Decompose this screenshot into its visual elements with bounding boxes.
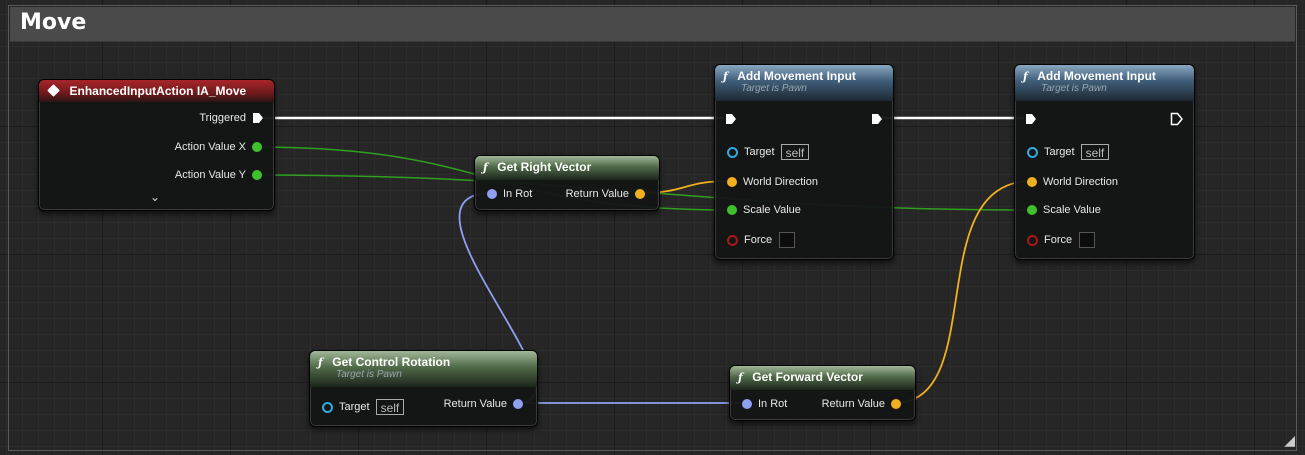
object-pin-icon[interactable] [1027, 146, 1038, 158]
pin-triggered[interactable]: Triggered [199, 112, 264, 124]
pin-action-value-y[interactable]: Action Value Y [175, 169, 262, 181]
pin-force[interactable]: Force [1027, 232, 1096, 248]
function-icon: ƒ [318, 356, 323, 369]
vector-pin-icon[interactable] [727, 177, 737, 187]
function-icon: ƒ [483, 161, 488, 174]
add-movement-input-node-1[interactable]: ƒ Add Movement Input Target is Pawn Targ… [714, 64, 894, 260]
pin-label: Action Value X [174, 141, 246, 153]
pin-return-value[interactable]: Return Value [566, 188, 645, 200]
pin-target[interactable]: Target self [1027, 144, 1110, 160]
pin-in-rot[interactable]: In Rot [742, 398, 787, 410]
float-pin-icon[interactable] [1027, 205, 1037, 215]
pin-in-rot[interactable]: In Rot [487, 188, 532, 200]
bool-pin-icon[interactable] [727, 234, 738, 246]
pin-world-direction[interactable]: World Direction [727, 176, 818, 188]
pin-label: Scale Value [1043, 204, 1101, 216]
resize-grip-icon[interactable]: ◢ [1284, 433, 1295, 449]
node-header[interactable]: ƒ Get Right Vector [475, 156, 659, 180]
object-pin-icon[interactable] [727, 146, 738, 158]
target-self-field[interactable]: self [780, 144, 810, 160]
pin-label: Return Value [821, 398, 885, 410]
pin-force[interactable]: Force [727, 232, 796, 248]
node-subtitle: Target is Pawn [336, 369, 402, 380]
pin-label: In Rot [503, 188, 533, 200]
node-title: Get Control Rotation [332, 355, 451, 369]
vector-pin-icon[interactable] [1027, 177, 1037, 187]
get-forward-vector-node[interactable]: ƒ Get Forward Vector In Rot Return Value [729, 365, 916, 421]
target-self-field[interactable]: self [1080, 144, 1110, 160]
float-pin-icon[interactable] [727, 205, 737, 215]
pin-label: Force [1044, 234, 1073, 246]
function-icon: ƒ [723, 70, 728, 83]
get-right-vector-node[interactable]: ƒ Get Right Vector In Rot Return Value [474, 155, 660, 211]
rotator-pin-icon[interactable] [742, 399, 752, 409]
get-control-rotation-node[interactable]: ƒ Get Control Rotation Target is Pawn Ta… [309, 350, 538, 427]
pin-return-value[interactable]: Return Value [822, 398, 901, 410]
pin-label: World Direction [743, 176, 818, 188]
node-header[interactable]: ƒ Add Movement Input Target is Pawn [715, 65, 893, 101]
pin-label: Return Value [565, 188, 629, 200]
pin-scale-value[interactable]: Scale Value [1027, 204, 1101, 216]
node-title: Get Right Vector [497, 160, 592, 174]
pin-return-value[interactable]: Return Value [444, 398, 523, 410]
pin-scale-value[interactable]: Scale Value [727, 204, 801, 216]
pin-action-value-x[interactable]: Action Value X [175, 141, 262, 153]
node-header[interactable]: ƒ Get Forward Vector [730, 366, 915, 390]
pin-label: In Rot [758, 398, 788, 410]
pin-label: Scale Value [743, 204, 801, 216]
rotator-pin-icon[interactable] [513, 399, 523, 409]
node-header[interactable]: EnhancedInputAction IA_Move [39, 80, 274, 102]
node-header[interactable]: ƒ Add Movement Input Target is Pawn [1015, 65, 1194, 101]
node-title: Add Movement Input [1037, 69, 1156, 83]
pin-label: World Direction [1043, 176, 1118, 188]
float-pin-icon[interactable] [252, 170, 262, 180]
pin-label: Force [744, 234, 773, 246]
function-icon: ƒ [1023, 70, 1028, 83]
pin-label: Return Value [443, 398, 507, 410]
target-self-field[interactable]: self [375, 399, 405, 415]
vector-pin-icon[interactable] [635, 189, 645, 199]
function-icon: ƒ [738, 371, 743, 384]
float-pin-icon[interactable] [252, 142, 262, 152]
exec-in-pin-icon[interactable] [725, 113, 737, 125]
pin-target[interactable]: Target self [727, 144, 810, 160]
chevron-down-icon[interactable]: ⌄ [150, 190, 160, 204]
node-title: EnhancedInputAction IA_Move [69, 84, 247, 98]
exec-out-pin-icon[interactable] [871, 113, 883, 125]
event-icon [47, 84, 60, 97]
vector-pin-icon[interactable] [891, 399, 901, 409]
force-checkbox[interactable] [1079, 232, 1096, 248]
node-subtitle: Target is Pawn [1041, 83, 1107, 94]
exec-out-pin-icon[interactable] [1170, 112, 1184, 126]
pin-label: Action Value Y [174, 169, 246, 181]
bool-pin-icon[interactable] [1027, 234, 1038, 246]
exec-pin-icon[interactable] [252, 112, 264, 124]
enhanced-input-action-node[interactable]: EnhancedInputAction IA_Move Triggered Ac… [38, 79, 275, 211]
node-header[interactable]: ƒ Get Control Rotation Target is Pawn [310, 351, 537, 387]
pin-label: Target [339, 401, 370, 413]
node-subtitle: Target is Pawn [741, 83, 807, 94]
add-movement-input-node-2[interactable]: ƒ Add Movement Input Target is Pawn Targ… [1014, 64, 1195, 260]
pin-label: Triggered [199, 112, 246, 124]
node-title: Get Forward Vector [752, 370, 863, 384]
pin-target[interactable]: Target self [322, 399, 405, 415]
exec-in-pin-icon[interactable] [1025, 113, 1037, 125]
node-title: Add Movement Input [737, 69, 856, 83]
pin-label: Target [744, 146, 775, 158]
pin-world-direction[interactable]: World Direction [1027, 176, 1118, 188]
object-pin-icon[interactable] [322, 401, 333, 413]
rotator-pin-icon[interactable] [487, 189, 497, 199]
force-checkbox[interactable] [779, 232, 796, 248]
pin-label: Target [1044, 146, 1075, 158]
